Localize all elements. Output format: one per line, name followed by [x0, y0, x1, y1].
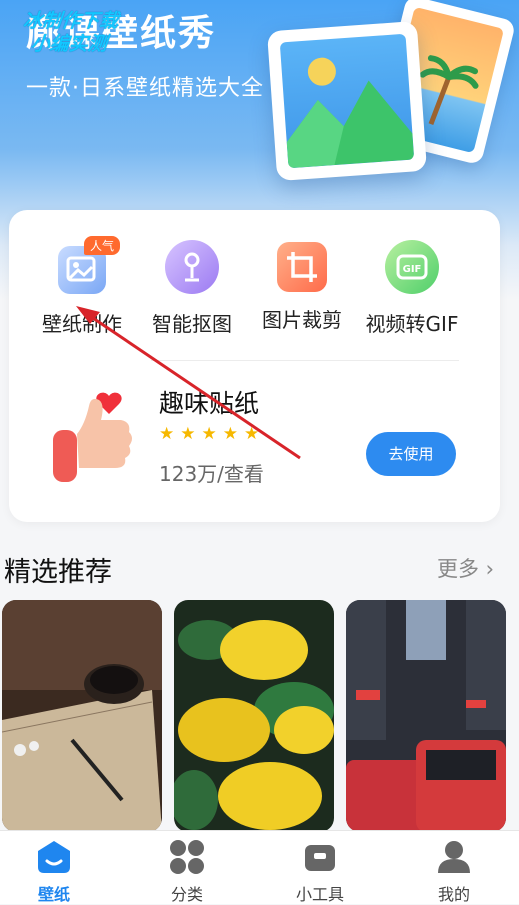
annotation-arrow	[76, 306, 301, 460]
